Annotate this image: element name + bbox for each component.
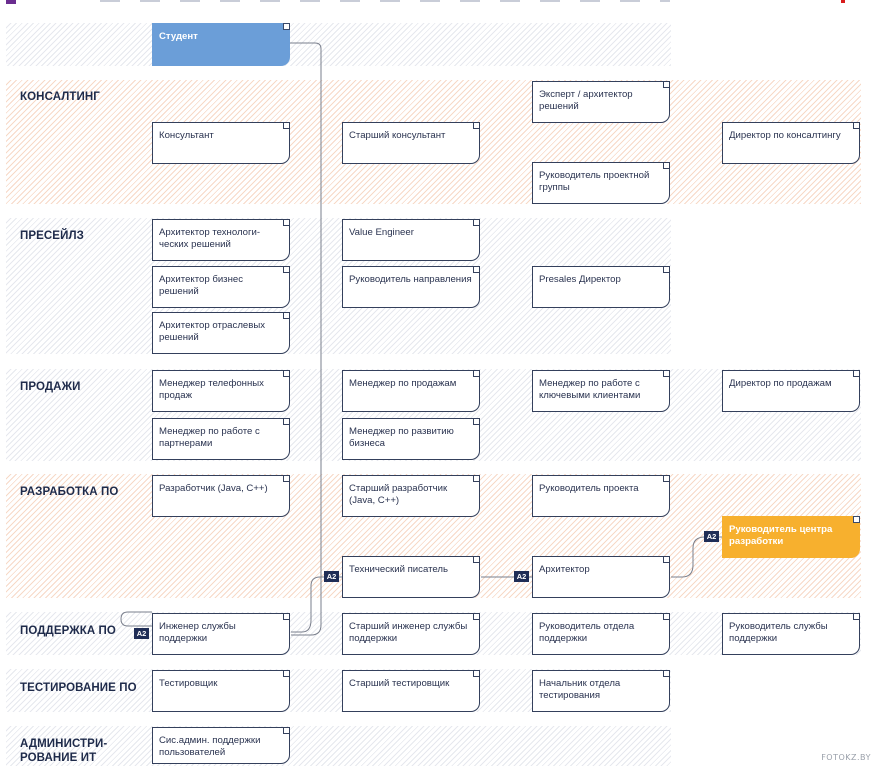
a2-badge: A2 (514, 571, 529, 582)
role-label: Менеджер по работе с ключевыми клиентами (539, 378, 641, 401)
role-presales-director[interactable]: Presales Директор (532, 266, 670, 308)
role-senior-tester[interactable]: Старший тестировщик (342, 670, 480, 712)
role-label: Тестировщик (159, 678, 218, 689)
role-support-engineer[interactable]: Инженер службы поддержки (152, 613, 290, 655)
role-label: Начальник отдела тестирования (539, 678, 621, 701)
role-key-account-manager[interactable]: Менеджер по работе с ключевыми клиентами (532, 370, 670, 412)
role-value-engineer[interactable]: Value Engineer (342, 219, 480, 261)
role-label: Руководитель отдела поддержки (539, 621, 635, 644)
role-expert-architect[interactable]: Эксперт / архитектор решений (532, 81, 670, 123)
role-student[interactable]: Студент (152, 23, 290, 66)
connector-support-writer (291, 576, 343, 633)
role-biz-dev-manager[interactable]: Менеджер по развитию бизнеса (342, 418, 480, 460)
role-project-group-lead[interactable]: Руководитель проектной группы (532, 162, 670, 204)
role-senior-consultant[interactable]: Старший консультант (342, 122, 480, 164)
role-label: Менеджер по развитию бизнеса (349, 426, 454, 449)
role-label: Инженер службы поддержки (159, 621, 236, 644)
role-consultant[interactable]: Консультант (152, 122, 290, 164)
role-sysadmin[interactable]: Сис.админ. поддержки пользователей (152, 727, 290, 764)
role-label: Эксперт / архитектор решений (539, 89, 633, 112)
role-support-dept-head[interactable]: Руководитель отдела поддержки (532, 613, 670, 655)
role-testing-dept-head[interactable]: Начальник отдела тестирования (532, 670, 670, 712)
watermark: FOTOKZ.BY (821, 753, 871, 762)
role-label: Архитектор (539, 564, 590, 575)
role-business-solutions-architect[interactable]: Архитектор бизнес решений (152, 266, 290, 308)
connector-student-support (290, 42, 322, 636)
role-partner-manager[interactable]: Менеджер по работе с партнерами (152, 418, 290, 460)
role-developer[interactable]: Разработчик (Java, C++) (152, 475, 290, 517)
role-sales-manager[interactable]: Менеджер по продажам (342, 370, 480, 412)
role-tester[interactable]: Тестировщик (152, 670, 290, 712)
role-label: Менеджер по работе с партнерами (159, 426, 260, 449)
role-tech-solutions-architect[interactable]: Архитектор технологи-ческих решений (152, 219, 290, 261)
role-label: Старший инженер службы поддержки (349, 621, 468, 644)
role-sales-director[interactable]: Директор по продажам (722, 370, 860, 412)
role-label: Менеджер телефонных продаж (159, 378, 264, 401)
role-label: Руководитель службы поддержки (729, 621, 828, 644)
role-label: Руководитель проектной группы (539, 170, 650, 193)
role-label: Сис.админ. поддержки пользователей (159, 735, 261, 758)
a2-badge: A2 (134, 628, 149, 639)
role-label: Руководитель центра разработки (729, 524, 833, 547)
a2-badge: A2 (324, 571, 339, 582)
role-label: Presales Директор (539, 274, 621, 285)
role-student-label: Студент (159, 31, 198, 42)
role-label: Руководитель проекта (539, 483, 639, 494)
role-label: Технический писатель (349, 564, 448, 575)
role-label: Старший консультант (349, 130, 446, 141)
role-label: Архитектор отраслевых решений (159, 320, 266, 343)
role-phone-sales-manager[interactable]: Менеджер телефонных продаж (152, 370, 290, 412)
role-architect[interactable]: Архитектор (532, 556, 670, 598)
role-label: Разработчик (Java, C++) (159, 483, 268, 494)
connector-support-loop (120, 611, 152, 627)
role-label: Архитектор бизнес решений (159, 274, 244, 297)
role-senior-developer[interactable]: Старший разработчик (Java, C++) (342, 475, 480, 517)
role-project-manager[interactable]: Руководитель проекта (532, 475, 670, 517)
role-label: Директор по продажам (729, 378, 832, 389)
role-label: Value Engineer (349, 227, 414, 238)
role-label: Директор по консалтингу (729, 130, 841, 141)
role-tech-writer[interactable]: Технический писатель (342, 556, 480, 598)
role-label: Старший разработчик (Java, C++) (349, 483, 448, 506)
role-senior-support-engineer[interactable]: Старший инженер службы поддержки (342, 613, 480, 655)
role-direction-head[interactable]: Руководитель направления (342, 266, 480, 308)
role-label: Архитектор технологи-ческих решений (159, 227, 261, 250)
role-support-service-head[interactable]: Руководитель службы поддержки (722, 613, 860, 655)
a2-badge: A2 (704, 531, 719, 542)
role-label: Консультант (159, 130, 214, 141)
connector-architect-devhead (671, 536, 722, 578)
role-industry-solutions-architect[interactable]: Архитектор отраслевых решений (152, 312, 290, 354)
role-label: Старший тестировщик (349, 678, 450, 689)
role-label: Менеджер по продажам (349, 378, 457, 389)
role-label: Руководитель направления (349, 274, 472, 285)
role-dev-center-head[interactable]: Руководитель центра разработки (722, 516, 860, 558)
role-consulting-director[interactable]: Директор по консалтингу (722, 122, 860, 164)
